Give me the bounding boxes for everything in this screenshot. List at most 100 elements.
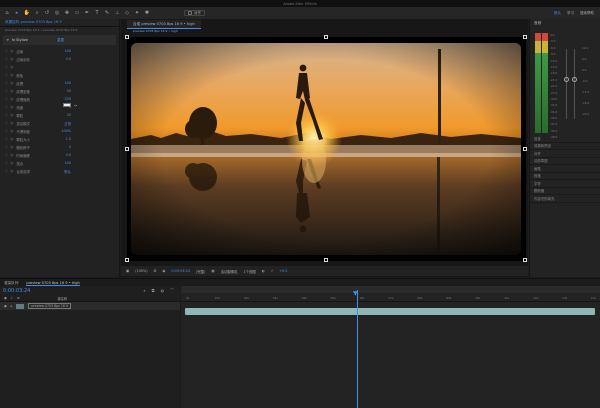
stopwatch-icon[interactable]: ◷	[10, 121, 13, 125]
region-icon[interactable]: ▣	[126, 269, 129, 273]
effect-property-row[interactable]: › ◷ 合成选项 默认	[0, 167, 119, 175]
property-value[interactable]: 100	[65, 161, 71, 165]
effect-property-row[interactable]: › ◷ 颗粒 20	[0, 111, 119, 119]
panel-item[interactable]: 跟踪器	[530, 188, 600, 195]
zoom-dropdown[interactable]: (100%)	[135, 269, 147, 273]
composition-breadcrumb[interactable]: preview 0703 8ps 16 9 • high	[127, 29, 178, 35]
current-time[interactable]: 0:00:03:24	[171, 269, 190, 273]
expand-arrow-icon[interactable]: ›	[6, 49, 7, 53]
panel-item[interactable]: 效果和预设	[530, 143, 600, 150]
expand-arrow-icon[interactable]: ›	[6, 65, 7, 69]
audio-panel-title[interactable]: 音频	[530, 19, 600, 27]
expand-arrow-icon[interactable]: ›	[6, 145, 7, 149]
stopwatch-icon[interactable]: ◷	[10, 113, 13, 117]
effect-property-row[interactable]: › ◷ 边缘羽化 0.0	[0, 55, 119, 63]
expand-arrow-icon[interactable]: ›	[6, 153, 7, 157]
motion-blur-icon[interactable]: ◍	[161, 288, 165, 293]
stopwatch-icon[interactable]: ◷	[10, 65, 13, 69]
chevron-down-icon[interactable]: ▾	[7, 38, 9, 42]
composition-tab[interactable]: 合成 preview 0703 8ps 16 9 • high	[127, 20, 201, 29]
exposure-value[interactable]: +0.0	[279, 269, 287, 273]
stopwatch-icon[interactable]: ◷	[10, 89, 13, 93]
color-swatch[interactable]	[63, 103, 71, 107]
property-value[interactable]: 默认	[64, 169, 71, 174]
stopwatch-icon[interactable]: ◷	[10, 161, 13, 165]
expand-arrow-icon[interactable]: ›	[6, 113, 7, 117]
search-icon[interactable]: ⌕	[143, 288, 145, 293]
panel-item[interactable]: 段落	[530, 173, 600, 180]
stopwatch-icon[interactable]: ◷	[10, 169, 13, 173]
expand-arrow-icon[interactable]: ›	[6, 97, 7, 101]
effect-property-row[interactable]: › ◷ 纹理密度 50	[0, 87, 119, 95]
stamp-icon[interactable]: ⊥	[114, 10, 120, 16]
property-value[interactable]: 50	[67, 89, 71, 93]
layer-name[interactable]: preview 0703 8ps 16 9	[28, 303, 71, 309]
snap-checkbox[interactable]	[188, 11, 192, 15]
expand-arrow-icon[interactable]: ›	[6, 137, 7, 141]
panel-item[interactable]: 信息	[530, 135, 600, 143]
playhead-line[interactable]	[357, 290, 358, 408]
property-value[interactable]: 200	[65, 97, 71, 101]
brush-icon[interactable]: ✎	[104, 10, 110, 16]
stopwatch-icon[interactable]: ◷	[10, 57, 13, 61]
expand-arrow-icon[interactable]: ›	[6, 73, 7, 77]
grid-icon[interactable]: ⊞	[154, 269, 157, 273]
effect-property-row[interactable]: › ◷ 随机种子 0	[0, 143, 119, 151]
effect-property-row[interactable]: › ◷ 边缘 100	[0, 47, 119, 55]
views-dropdown[interactable]: 1个视图	[244, 269, 256, 274]
timeline-timecode[interactable]: 0:00:03:24	[3, 288, 30, 294]
panel-item[interactable]: 字符	[530, 180, 600, 188]
transform-handle[interactable]	[523, 258, 527, 262]
stopwatch-icon[interactable]: ◷	[10, 73, 13, 77]
roto-icon[interactable]: ✦	[134, 10, 140, 16]
tab-render-queue[interactable]: 渲染队列	[4, 281, 18, 286]
hand-icon[interactable]: ✋	[24, 10, 30, 16]
stopwatch-icon[interactable]: ◷	[10, 81, 13, 85]
eyedropper-icon[interactable]: ✑	[74, 103, 78, 108]
volume-slider-left[interactable]	[564, 77, 569, 82]
stopwatch-icon[interactable]: ◷	[10, 105, 13, 109]
zoom-icon[interactable]: ⌕	[34, 10, 40, 16]
transform-handle[interactable]	[125, 147, 129, 151]
property-value[interactable]: 100	[65, 81, 71, 85]
stopwatch-icon[interactable]: ◷	[10, 97, 13, 101]
transparency-icon[interactable]: ▦	[211, 269, 214, 273]
expand-arrow-icon[interactable]: ›	[6, 129, 7, 133]
work-area-bar[interactable]	[181, 286, 600, 293]
effect-property-row[interactable]: › ◷ 纹理缩放 200	[0, 95, 119, 103]
stopwatch-icon[interactable]: ◷	[10, 153, 13, 157]
stopwatch-icon[interactable]: ◷	[10, 129, 13, 133]
property-value[interactable]: 1.5	[66, 137, 71, 141]
property-value[interactable]: 0.0	[66, 153, 71, 157]
rotate-icon[interactable]: ↺	[44, 10, 50, 16]
camera-dropdown[interactable]: 活动摄像机	[221, 269, 238, 274]
effect-property-row[interactable]: › ◷ 颗粒大小 1.5	[0, 135, 119, 143]
expand-arrow-icon[interactable]: ›	[6, 105, 7, 109]
effect-property-row[interactable]: › ◷ 混合 100	[0, 159, 119, 167]
search-help[interactable]: 搜索帮助	[580, 11, 594, 16]
effect-property-row[interactable]: › ◷ 时间偏移 0.0	[0, 151, 119, 159]
property-value[interactable]: 100	[65, 49, 71, 53]
transform-handle[interactable]	[523, 147, 527, 151]
effect-property-row[interactable]: › ◷ 纹理 100	[0, 79, 119, 87]
comp-flow-icon[interactable]: ⧉	[152, 288, 155, 293]
volume-slider-right[interactable]	[572, 77, 577, 82]
layer-clip-bar[interactable]	[185, 308, 595, 315]
home-icon[interactable]: ⌂	[4, 10, 10, 16]
property-value[interactable]: 0.0	[66, 57, 71, 61]
rect-icon[interactable]: ▭	[74, 10, 80, 16]
toggle-icon[interactable]: ◐	[262, 269, 265, 273]
composition-frame[interactable]	[125, 35, 527, 262]
pan-icon[interactable]: ✥	[64, 10, 70, 16]
eraser-icon[interactable]: ◇	[124, 10, 130, 16]
quality-dropdown[interactable]: (完整)	[196, 269, 205, 274]
stopwatch-icon[interactable]: ◷	[10, 145, 13, 149]
transform-handle[interactable]	[125, 258, 129, 262]
effect-property-row[interactable]: › ◷ 不透明度 100%	[0, 127, 119, 135]
select-icon[interactable]: ▸	[14, 10, 20, 16]
panel-item[interactable]: 内容识别填充	[530, 195, 600, 203]
effect-property-row[interactable]: › ◷ 混合模式 正常	[0, 119, 119, 127]
camera-snapshot-icon[interactable]: ◉	[162, 269, 165, 273]
expand-arrow-icon[interactable]: ›	[6, 169, 7, 173]
panel-item[interactable]: 画笔	[530, 165, 600, 173]
